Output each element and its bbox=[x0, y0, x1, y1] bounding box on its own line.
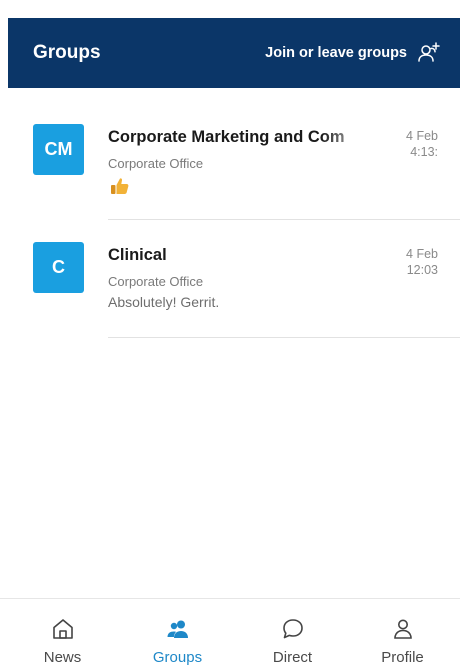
title-fade bbox=[322, 126, 374, 150]
groups-icon bbox=[167, 620, 188, 638]
group-avatar: CM bbox=[33, 124, 84, 175]
bottom-nav: News Groups Direct Profile bbox=[0, 598, 460, 666]
nav-groups-label: Groups bbox=[152, 649, 203, 666]
group-time: 12:03 bbox=[406, 263, 438, 277]
person-add-icon bbox=[418, 42, 440, 62]
group-timestamp: 4 Feb 4:13: bbox=[406, 128, 438, 160]
nav-groups[interactable]: Groups bbox=[120, 599, 235, 666]
group-time: 4:13: bbox=[410, 145, 438, 159]
nav-direct-label: Direct bbox=[272, 649, 313, 666]
group-name: Clinical bbox=[108, 246, 167, 264]
page-title: Groups bbox=[33, 42, 101, 63]
group-location: Corporate Office bbox=[108, 156, 204, 171]
group-row-corporate-marketing[interactable]: CM Corporate Marketing and Com Corporate… bbox=[0, 102, 460, 220]
group-last-message: Absolutely! Gerrit. bbox=[108, 294, 220, 310]
home-icon bbox=[52, 619, 73, 639]
group-row-clinical[interactable]: C Clinical Corporate Office Absolutely! … bbox=[0, 220, 460, 338]
nav-profile-label: Profile bbox=[381, 649, 424, 666]
status-bar-area bbox=[0, 0, 460, 18]
group-avatar: C bbox=[33, 242, 84, 293]
group-date: 4 Feb bbox=[406, 247, 438, 261]
nav-news[interactable]: News bbox=[5, 599, 120, 666]
person-icon bbox=[393, 619, 412, 639]
nav-direct[interactable]: Direct bbox=[235, 599, 350, 666]
chat-bubble-icon bbox=[282, 619, 303, 639]
thumbs-up-icon bbox=[111, 178, 129, 194]
group-location: Corporate Office bbox=[108, 274, 204, 289]
join-leave-groups-label: Join or leave groups bbox=[265, 45, 407, 61]
nav-profile[interactable]: Profile bbox=[345, 599, 460, 666]
nav-news-label: News bbox=[43, 649, 82, 666]
app-header: Groups Join or leave groups bbox=[8, 18, 460, 88]
row-divider bbox=[108, 337, 460, 338]
group-date: 4 Feb bbox=[406, 129, 438, 143]
join-leave-groups-button[interactable]: Join or leave groups bbox=[265, 40, 442, 66]
group-timestamp: 4 Feb 12:03 bbox=[406, 246, 438, 278]
